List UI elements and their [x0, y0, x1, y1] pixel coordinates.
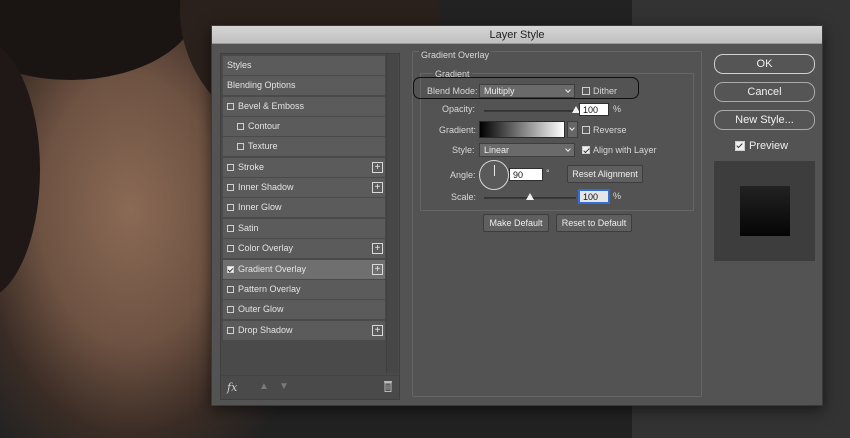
add-color-overlay-icon[interactable]: + — [372, 243, 383, 255]
chevron-down-icon — [565, 146, 571, 152]
panel-title: Gradient Overlay — [419, 50, 492, 60]
angle-label: Angle: — [450, 170, 476, 180]
style-item-bevel-and-emboss[interactable]: Bevel & Emboss — [223, 96, 385, 116]
style-item-label: Blending Options — [227, 80, 296, 91]
reset-alignment-button[interactable]: Reset Alignment — [567, 165, 643, 183]
reset-to-default-button[interactable]: Reset to Default — [556, 214, 632, 232]
styles-scrollbar[interactable] — [386, 54, 398, 373]
preview-checkbox[interactable] — [735, 141, 745, 151]
add-drop-shadow-icon[interactable]: + — [372, 324, 383, 336]
add-gradient-overlay-icon[interactable]: + — [372, 263, 383, 275]
stroke-checkbox[interactable] — [227, 163, 234, 171]
style-item-label: Texture — [248, 141, 278, 152]
gradient-swatch[interactable] — [479, 121, 565, 138]
scale-input[interactable]: 100 — [578, 189, 610, 204]
preview-label: Preview — [749, 140, 789, 152]
new-style-button[interactable]: New Style... — [714, 110, 815, 130]
outer-glow-checkbox[interactable] — [227, 306, 234, 314]
texture-checkbox[interactable] — [237, 143, 244, 151]
gradient-dropdown[interactable] — [567, 121, 578, 138]
gradient-overlay-panel: Gradient Overlay Gradient Blend Mode: Mu… — [412, 50, 702, 397]
style-label: Style: — [452, 145, 475, 155]
bevel-and-emboss-checkbox[interactable] — [227, 102, 234, 110]
styles-list: Styles Blending Options Bevel & Emboss Cont… — [220, 53, 400, 400]
style-value: Linear — [484, 145, 510, 155]
inner-glow-checkbox[interactable] — [227, 204, 234, 212]
style-item-satin[interactable]: Satin — [223, 218, 385, 238]
scale-unit: % — [613, 191, 622, 201]
preview-square — [740, 186, 790, 236]
style-item-label: Contour — [248, 121, 281, 132]
style-item-gradient-overlay[interactable]: Gradient Overlay + — [223, 259, 385, 279]
make-default-button[interactable]: Make Default — [483, 214, 549, 232]
gradient-label: Gradient: — [439, 125, 477, 135]
style-select[interactable]: Linear — [479, 143, 575, 157]
angle-input[interactable]: 90 — [509, 168, 543, 181]
style-item-label: Outer Glow — [238, 304, 284, 315]
opacity-input[interactable]: 100 — [579, 103, 609, 116]
style-item-pattern-overlay[interactable]: Pattern Overlay — [223, 279, 385, 299]
chevron-down-icon — [569, 125, 575, 131]
hair-shape — [0, 40, 40, 300]
style-item-inner-shadow[interactable]: Inner Shadow + — [223, 178, 385, 198]
add-inner-shadow-icon[interactable]: + — [372, 182, 383, 194]
style-item-label: Inner Shadow — [238, 182, 294, 193]
gradient-overlay-checkbox[interactable] — [227, 265, 234, 273]
opacity-slider[interactable] — [484, 106, 580, 113]
style-item-blending-options[interactable]: Blending Options — [223, 76, 385, 96]
color-overlay-checkbox[interactable] — [227, 245, 234, 253]
styles-header[interactable]: Styles — [223, 56, 385, 75]
style-item-contour[interactable]: Contour — [223, 117, 385, 137]
move-down-icon[interactable]: ▼ — [279, 381, 289, 392]
contour-checkbox[interactable] — [237, 123, 244, 131]
cancel-button[interactable]: Cancel — [714, 82, 815, 102]
hair-shape — [0, 0, 200, 80]
style-item-label: Color Overlay — [238, 243, 294, 254]
scale-slider[interactable] — [484, 193, 576, 200]
style-item-inner-glow[interactable]: Inner Glow — [223, 198, 385, 218]
satin-checkbox[interactable] — [227, 224, 234, 232]
inner-shadow-checkbox[interactable] — [227, 184, 234, 192]
scale-slider-handle[interactable] — [526, 193, 534, 200]
add-stroke-icon[interactable]: + — [372, 161, 383, 173]
align-with-layer-checkbox[interactable] — [582, 146, 590, 154]
opacity-label: Opacity: — [442, 104, 476, 114]
angle-unit: ° — [546, 168, 550, 178]
style-item-label: Drop Shadow — [238, 324, 293, 335]
style-item-drop-shadow[interactable]: Drop Shadow + — [223, 320, 385, 340]
style-item-label: Gradient Overlay — [238, 263, 307, 274]
style-item-label: Inner Glow — [238, 202, 282, 213]
reverse-checkbox[interactable] — [582, 126, 590, 134]
style-item-texture[interactable]: Texture — [223, 137, 385, 157]
move-up-icon[interactable]: ▲ — [259, 381, 269, 392]
style-item-stroke[interactable]: Stroke + — [223, 157, 385, 177]
style-item-label: Bevel & Emboss — [238, 100, 305, 111]
align-with-layer-label: Align with Layer — [593, 145, 657, 155]
styles-list-footer: fx ▲ ▼ — [221, 375, 399, 399]
style-item-label: Pattern Overlay — [238, 283, 301, 294]
style-item-outer-glow[interactable]: Outer Glow — [223, 300, 385, 320]
angle-dial[interactable] — [479, 160, 509, 190]
dialog-title: Layer Style — [212, 26, 822, 44]
reverse-label: Reverse — [593, 125, 627, 135]
style-item-color-overlay[interactable]: Color Overlay + — [223, 239, 385, 259]
fx-button[interactable]: fx — [227, 381, 237, 394]
highlight-annotation — [413, 77, 639, 99]
ok-button[interactable]: OK — [714, 54, 815, 74]
style-item-label: Stroke — [238, 161, 265, 172]
pattern-overlay-checkbox[interactable] — [227, 285, 234, 293]
style-item-label: Satin — [238, 222, 259, 233]
trash-icon[interactable] — [383, 380, 393, 392]
preview-thumbnail — [714, 161, 815, 261]
scale-label: Scale: — [451, 192, 477, 202]
opacity-unit: % — [613, 104, 622, 114]
drop-shadow-checkbox[interactable] — [227, 326, 234, 334]
